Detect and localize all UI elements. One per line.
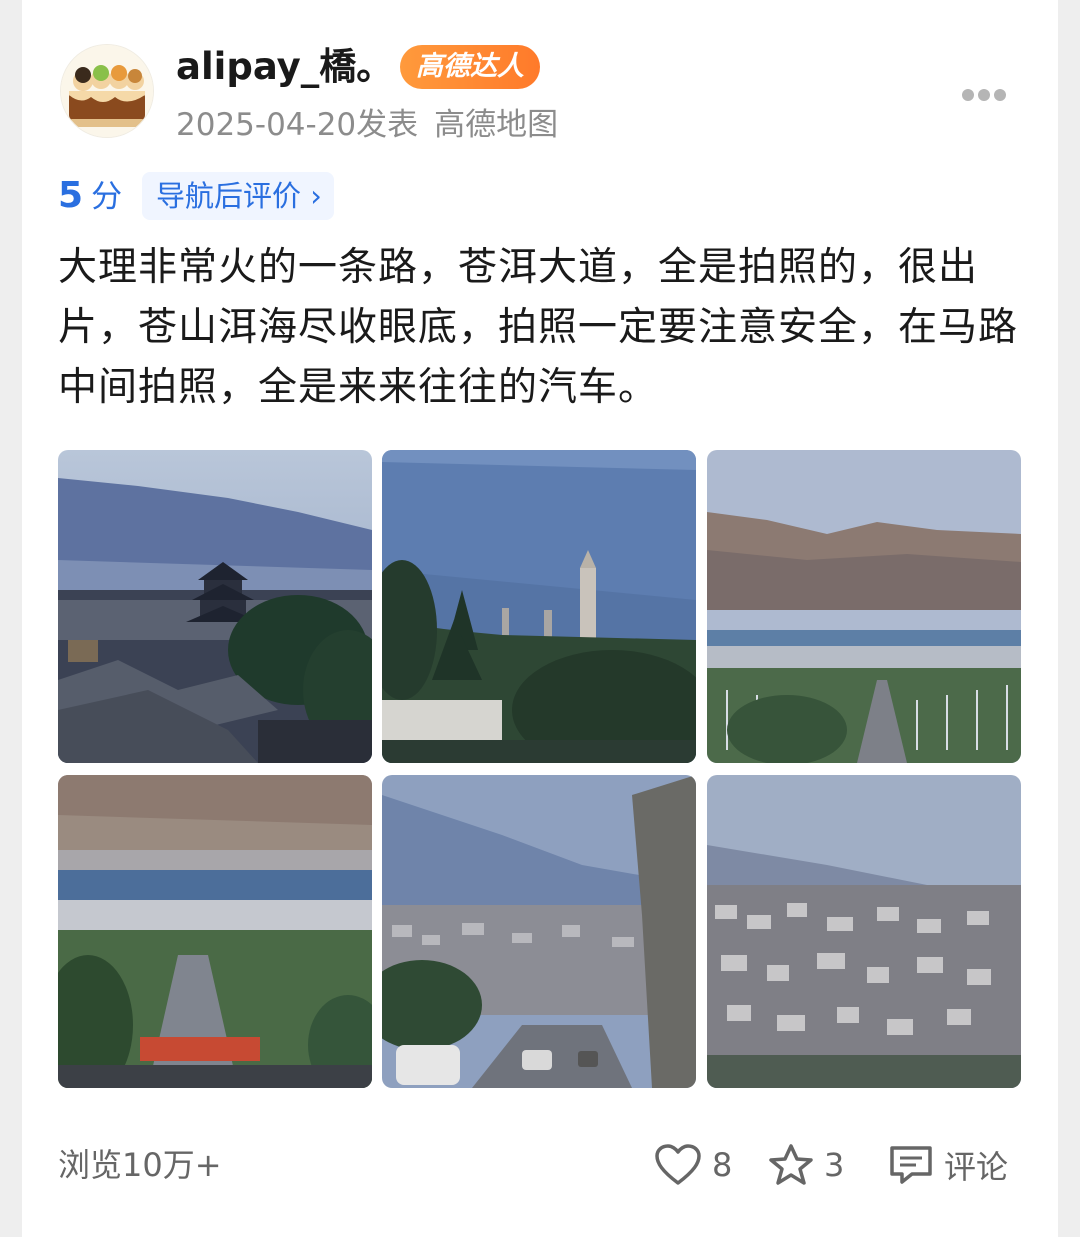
avatar-image: [61, 45, 153, 137]
post-source: 高德地图: [434, 107, 559, 143]
post-date: 2025-04-20发表: [176, 107, 419, 143]
post-meta: 2025-04-20发表 高德地图: [176, 102, 558, 148]
comment-button[interactable]: 评论: [888, 1140, 1008, 1190]
nav-review-label: 导航后评价: [156, 179, 302, 213]
user-avatar[interactable]: [60, 44, 154, 138]
photo-avenue-overlook: [58, 775, 372, 1088]
rating-value: 5: [58, 175, 84, 216]
review-text: 大理非常火的一条路，苍洱大道，全是拍照的，很出片，苍山洱海尽收眼底，拍照一定要注…: [58, 245, 1019, 410]
star-icon: [769, 1144, 813, 1185]
comment-label: 评论: [944, 1148, 1009, 1186]
photo-three-pagodas: [382, 450, 696, 763]
comment-icon: [890, 1146, 932, 1184]
photo-5[interactable]: [382, 775, 696, 1088]
expert-badge: 高德达人: [400, 45, 540, 89]
review-card: alipay_橋。 高德达人 2025-04-20发表 高德地图 5分 导航后评价…: [22, 0, 1058, 1237]
nav-review-tag[interactable]: 导航后评价 ›: [142, 172, 334, 220]
photo-4[interactable]: [58, 775, 372, 1088]
photo-1[interactable]: [58, 450, 372, 763]
photo-3[interactable]: [707, 450, 1021, 763]
rating-unit: 分: [91, 179, 123, 215]
photo-6[interactable]: [707, 775, 1021, 1088]
view-count: 浏览10万+: [58, 1146, 222, 1184]
like-count: 8: [712, 1146, 733, 1184]
photo-2[interactable]: [382, 450, 696, 763]
rating-score: 5分: [58, 168, 122, 225]
favorite-button[interactable]: 3: [768, 1140, 844, 1190]
more-dots-icon[interactable]: [962, 86, 1012, 101]
photo-hillside-village: [707, 775, 1021, 1088]
photo-ancient-town: [58, 450, 372, 763]
heart-icon: [655, 1144, 701, 1185]
chevron-right-icon: ›: [310, 179, 322, 213]
photo-erhai-avenue: [707, 450, 1021, 763]
favorite-count: 3: [824, 1146, 845, 1184]
username[interactable]: alipay_橋。: [176, 42, 393, 92]
like-button[interactable]: 8: [654, 1140, 732, 1190]
photo-street-cars: [382, 775, 696, 1088]
photo-grid: [58, 450, 1022, 1090]
